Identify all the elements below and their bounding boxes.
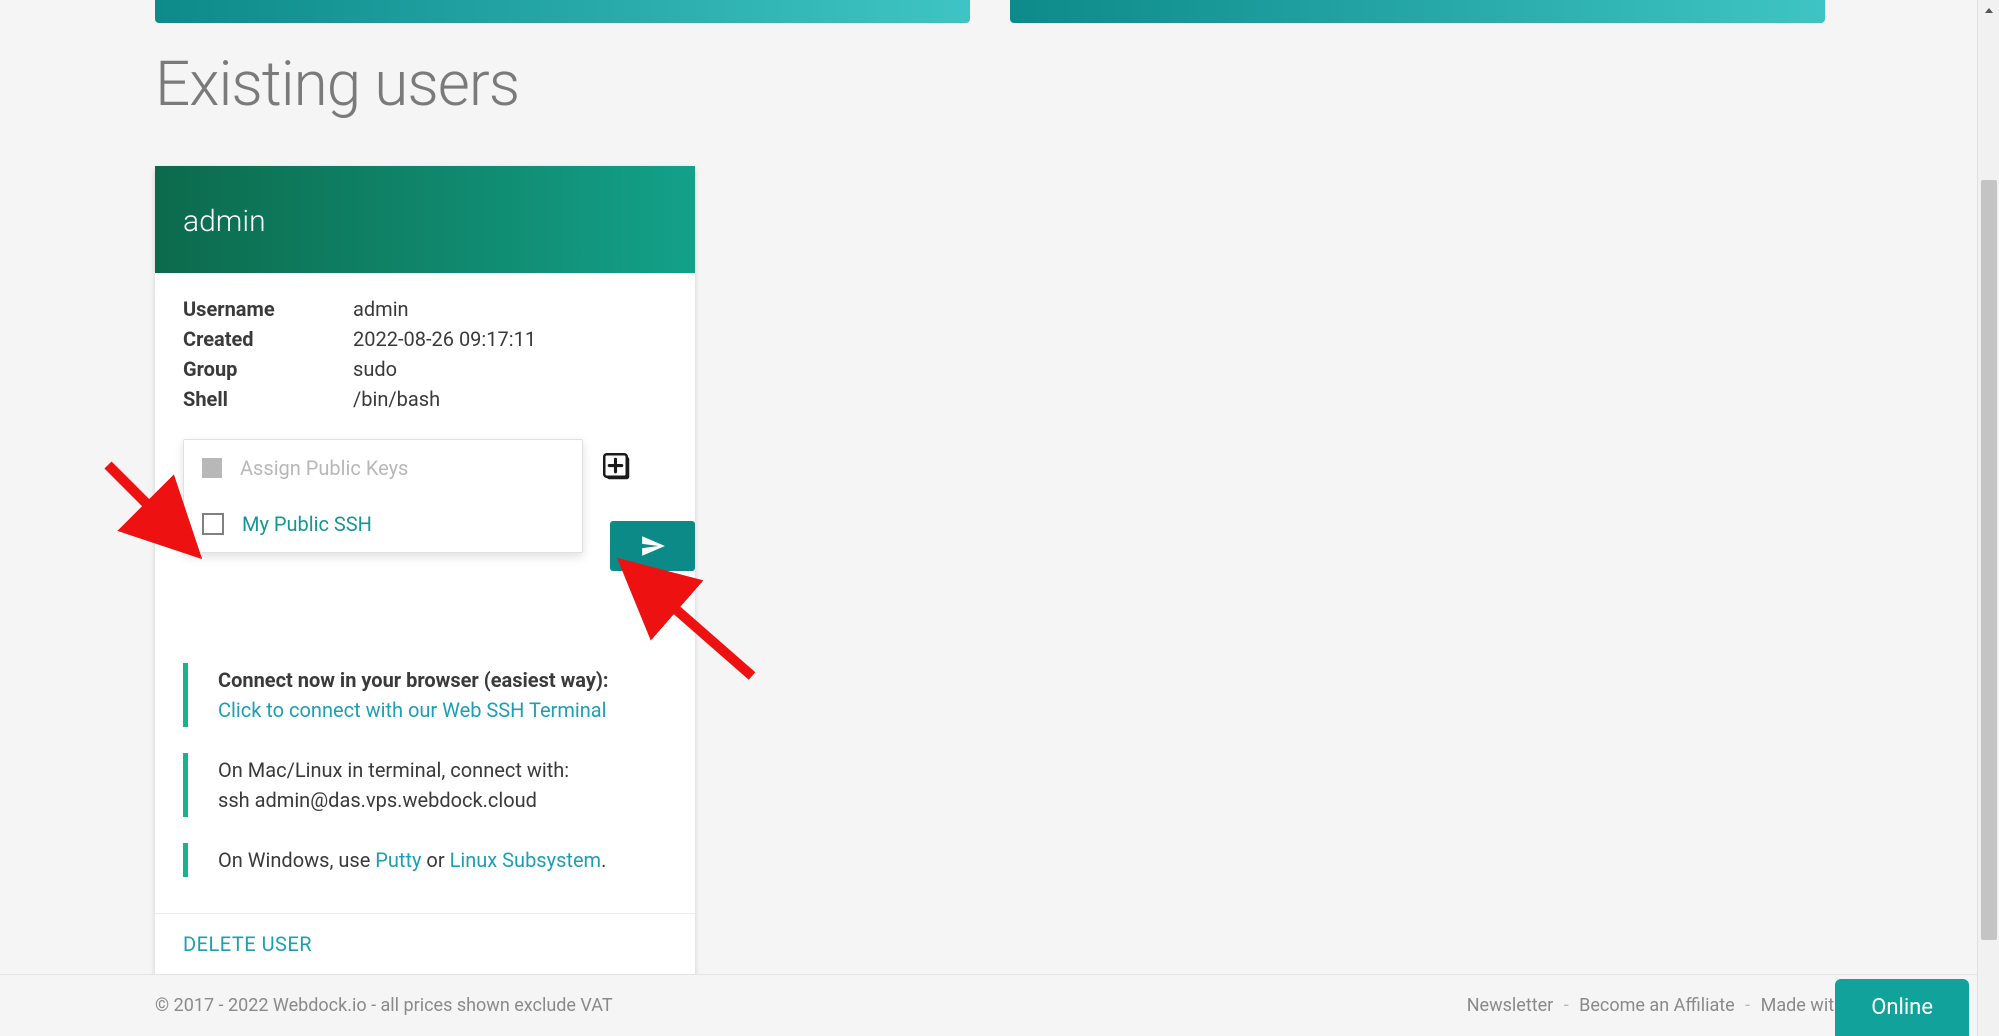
footer-copyright: © 2017 - 2022 Webdock.io - all prices sh… (155, 995, 613, 1016)
assign-keys-area: Assign Public Keys My Public SSH (183, 439, 667, 553)
connect-maclinux-block: On Mac/Linux in terminal, connect with: … (183, 753, 667, 817)
page-title: Existing users (155, 48, 1844, 121)
add-key-plus-icon (603, 453, 633, 483)
delete-user-button[interactable]: DELETE USER (183, 932, 312, 956)
user-card-name: admin (183, 204, 266, 239)
kv-shell: Shell /bin/bash (183, 387, 667, 411)
created-label: Created (183, 327, 353, 351)
user-card-body: Username admin Created 2022-08-26 09:17:… (155, 273, 695, 553)
connect-browser-block: Connect now in your browser (easiest way… (183, 663, 667, 727)
kv-group: Group sudo (183, 357, 667, 381)
assign-keys-dropdown-header[interactable]: Assign Public Keys (184, 440, 582, 496)
assign-keys-dropdown[interactable]: Assign Public Keys My Public SSH (183, 439, 583, 553)
assign-keys-option-my-public-ssh[interactable]: My Public SSH (184, 496, 582, 552)
connect-windows-block: On Windows, use Putty or Linux Subsystem… (183, 843, 667, 877)
assign-keys-option-label: My Public SSH (242, 512, 372, 536)
connect-maclinux-line2: ssh admin@das.vps.webdock.cloud (218, 785, 667, 815)
scrollbar-up-button[interactable] (1978, 0, 1999, 22)
username-value: admin (353, 297, 409, 321)
page-root: Existing users admin Username admin Crea… (0, 0, 1999, 1036)
username-label: Username (183, 297, 353, 321)
footer-links: Newsletter - Become an Affiliate - Made … (1467, 995, 1844, 1016)
linux-subsystem-link[interactable]: Linux Subsystem (450, 848, 602, 872)
kv-created: Created 2022-08-26 09:17:11 (183, 327, 667, 351)
footer-bar: © 2017 - 2022 Webdock.io - all prices sh… (0, 974, 1999, 1036)
top-teal-bars (155, 0, 1844, 23)
checkbox-my-public-ssh[interactable] (202, 513, 224, 535)
teal-bar-right (1010, 0, 1825, 23)
user-card-footer: DELETE USER (155, 913, 695, 978)
online-status-badge[interactable]: Online (1835, 979, 1969, 1036)
indeterminate-icon (202, 458, 222, 478)
user-card-admin: admin Username admin Created 2022-08-26 … (155, 166, 695, 978)
send-icon (640, 533, 666, 559)
chevron-up-icon (1984, 6, 1994, 16)
created-value: 2022-08-26 09:17:11 (353, 327, 536, 351)
group-value: sudo (353, 357, 397, 381)
connect-section: Connect now in your browser (easiest way… (155, 663, 695, 913)
kv-username: Username admin (183, 297, 667, 321)
online-status-label: Online (1871, 995, 1933, 1020)
submit-assign-keys-button[interactable] (610, 521, 695, 571)
footer-affiliate-link[interactable]: Become an Affiliate (1579, 995, 1735, 1016)
assign-keys-header-label: Assign Public Keys (240, 456, 408, 480)
user-card-header: admin (155, 166, 695, 273)
putty-link[interactable]: Putty (375, 848, 421, 872)
shell-value: /bin/bash (353, 387, 440, 411)
connect-windows-mid: or (421, 848, 449, 872)
footer-sep: - (1564, 995, 1569, 1016)
add-key-button[interactable] (603, 453, 633, 483)
vertical-scrollbar[interactable] (1977, 0, 1999, 1036)
connect-browser-heading: Connect now in your browser (easiest way… (218, 665, 667, 695)
teal-bar-left (155, 0, 970, 23)
group-label: Group (183, 357, 353, 381)
footer-sep: - (1745, 995, 1750, 1016)
scrollbar-thumb[interactable] (1981, 180, 1997, 940)
connect-windows-suffix: . (601, 848, 606, 872)
web-ssh-terminal-link[interactable]: Click to connect with our Web SSH Termin… (218, 698, 607, 722)
connect-maclinux-line1: On Mac/Linux in terminal, connect with: (218, 755, 667, 785)
footer-madewith-link[interactable]: Made with (1761, 995, 1844, 1016)
connect-windows-prefix: On Windows, use (218, 848, 375, 872)
shell-label: Shell (183, 387, 353, 411)
footer-newsletter-link[interactable]: Newsletter (1467, 995, 1554, 1016)
